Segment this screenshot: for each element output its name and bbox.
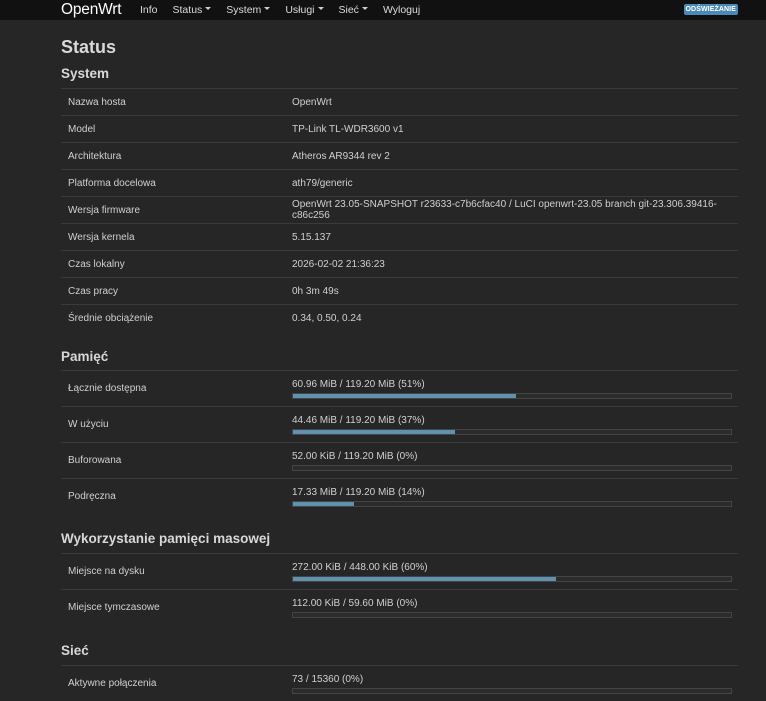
- page-title: Status: [61, 37, 117, 57]
- menu-item-label: Info: [140, 3, 158, 16]
- table-row: Architektura Atheros AR9344 rev 2: [61, 142, 738, 169]
- row-label: Architektura: [68, 150, 122, 162]
- row-label: Platforma docelowa: [68, 177, 156, 189]
- row-label: W użyciu: [68, 419, 109, 430]
- row-label: Miejsce na dysku: [68, 566, 145, 577]
- row-label: Czas lokalny: [68, 258, 125, 270]
- progress-bar: [292, 392, 732, 399]
- storage-section: Wykorzystanie pamięci masowej Miejsce na…: [61, 531, 738, 625]
- row-value: ath79/generic: [292, 177, 353, 189]
- menu-item-services[interactable]: Usługi: [285, 1, 324, 20]
- progress-bar: [292, 575, 732, 582]
- section-title: System: [61, 66, 110, 81]
- progress-fill: [293, 393, 517, 398]
- row-label: Podręczna: [68, 491, 116, 502]
- row-label: Aktywne połączenia: [68, 678, 157, 689]
- storage-table: Miejsce na dysku 272.00 KiB / 448.00 KiB …: [61, 553, 738, 625]
- table-row: Buforowana 52.00 KiB / 119.20 MiB (0%): [61, 442, 738, 478]
- progress-text: 17.33 MiB / 119.20 MiB (14%): [292, 486, 425, 498]
- menu-item-label: Wyloguj: [382, 3, 421, 16]
- progress-text: 73 / 15360 (0%): [292, 673, 364, 685]
- menu-item-label: Usługi: [285, 3, 315, 16]
- table-row: Nazwa hosta OpenWrt: [61, 88, 738, 115]
- section-title: Pamięć: [61, 349, 109, 364]
- row-value: 0h 3m 49s: [292, 285, 339, 297]
- caret-down-icon: [317, 7, 324, 11]
- row-label: Wersja firmware: [68, 204, 141, 216]
- table-row: Czas pracy 0h 3m 49s: [61, 277, 738, 304]
- menu-item-logout[interactable]: Wyloguj: [383, 1, 420, 20]
- progress-text: 44.46 MiB / 119.20 MiB (37%): [292, 414, 425, 426]
- memory-section: Pamięć Łącznie dostępna 60.96 MiB / 119.2…: [61, 349, 738, 514]
- table-row: Wersja firmware OpenWrt 23.05-SNAPSHOT r2…: [61, 196, 738, 223]
- table-row: Miejsce tymczasowe 112.00 KiB / 59.60 MiB…: [61, 589, 738, 625]
- table-row: Średnie obciążenie 0.34, 0.50, 0.24: [61, 304, 738, 331]
- refresh-toggle-badge[interactable]: ODŚWIEŻANIE: [683, 4, 738, 15]
- row-label: Wersja kernela: [68, 231, 135, 243]
- row-value: TP-Link TL-WDR3600 v1: [292, 123, 404, 135]
- row-label: Łącznie dostępna: [68, 383, 147, 394]
- progress-bar: [292, 428, 732, 435]
- progress-bar: [292, 500, 732, 507]
- top-navbar: OpenWrt Info Status System Usługi Sieć W…: [0, 0, 766, 20]
- network-section: Sieć Aktywne połączenia 73 / 15360 (0%): [61, 643, 738, 701]
- row-label: Nazwa hosta: [68, 96, 126, 108]
- progress-text: 112.00 KiB / 59.60 MiB (0%): [292, 597, 418, 609]
- section-title: Wykorzystanie pamięci masowej: [61, 531, 271, 546]
- caret-down-icon: [361, 7, 368, 11]
- table-row: Miejsce na dysku 272.00 KiB / 448.00 KiB …: [61, 553, 738, 589]
- table-row: W użyciu 44.46 MiB / 119.20 MiB (37%): [61, 406, 738, 442]
- caret-down-icon: [205, 7, 212, 11]
- network-table: Aktywne połączenia 73 / 15360 (0%): [61, 665, 738, 701]
- row-value: 5.15.137: [292, 231, 331, 243]
- table-row: Wersja kernela 5.15.137: [61, 223, 738, 250]
- progress-fill: [293, 576, 556, 581]
- progress-text: 60.96 MiB / 119.20 MiB (51%): [292, 378, 425, 390]
- system-section: System Nazwa hosta OpenWrt Model TP-Link T…: [61, 66, 738, 331]
- memory-table: Łącznie dostępna 60.96 MiB / 119.20 MiB (…: [61, 370, 738, 514]
- row-label: Buforowana: [68, 455, 122, 466]
- row-label: Model: [68, 123, 96, 135]
- progress-bar: [292, 687, 732, 694]
- row-label: Miejsce tymczasowe: [68, 602, 160, 613]
- section-title: Sieć: [61, 643, 89, 658]
- progress-fill: [293, 429, 456, 434]
- table-row: Aktywne połączenia 73 / 15360 (0%): [61, 665, 738, 701]
- table-row: Czas lokalny 2026-02-02 21:36:23: [61, 250, 738, 277]
- row-value: 2026-02-02 21:36:23: [292, 258, 385, 270]
- progress-fill: [293, 501, 355, 506]
- system-table: Nazwa hosta OpenWrt Model TP-Link TL-WDR36…: [61, 88, 738, 331]
- progress-text: 52.00 KiB / 119.20 MiB (0%): [292, 450, 418, 462]
- progress-text: 272.00 KiB / 448.00 KiB (60%): [292, 561, 428, 573]
- table-row: Model TP-Link TL-WDR3600 v1: [61, 115, 738, 142]
- menu-item-status[interactable]: Status: [173, 1, 212, 20]
- menu-item-label: Status: [172, 3, 203, 16]
- menu-item-network[interactable]: Sieć: [339, 1, 368, 20]
- row-value: OpenWrt 23.05-SNAPSHOT r23633-c7b6cfac40…: [292, 199, 717, 221]
- brand-logo[interactable]: OpenWrt: [61, 0, 122, 19]
- table-row: Podręczna 17.33 MiB / 119.20 MiB (14%): [61, 478, 738, 514]
- row-value: Atheros AR9344 rev 2: [292, 150, 390, 162]
- menu-item-label: System: [226, 3, 262, 16]
- row-value: OpenWrt: [292, 96, 332, 108]
- caret-down-icon: [264, 7, 271, 11]
- table-row: Platforma docelowa ath79/generic: [61, 169, 738, 196]
- progress-bar: [292, 611, 732, 618]
- main-content: Status System Nazwa hosta OpenWrt Model TP…: [61, 36, 738, 701]
- progress-bar: [292, 464, 732, 471]
- menu-item-label: Sieć: [338, 3, 359, 16]
- menu-item-info[interactable]: Info: [140, 1, 158, 20]
- row-value: 0.34, 0.50, 0.24: [292, 312, 362, 324]
- table-row: Łącznie dostępna 60.96 MiB / 119.20 MiB (…: [61, 370, 738, 406]
- main-menu: Info Status System Usługi Sieć Wyloguj: [140, 0, 435, 20]
- row-label: Czas pracy: [68, 285, 119, 297]
- row-label: Średnie obciążenie: [68, 312, 154, 324]
- menu-item-system[interactable]: System: [226, 1, 271, 20]
